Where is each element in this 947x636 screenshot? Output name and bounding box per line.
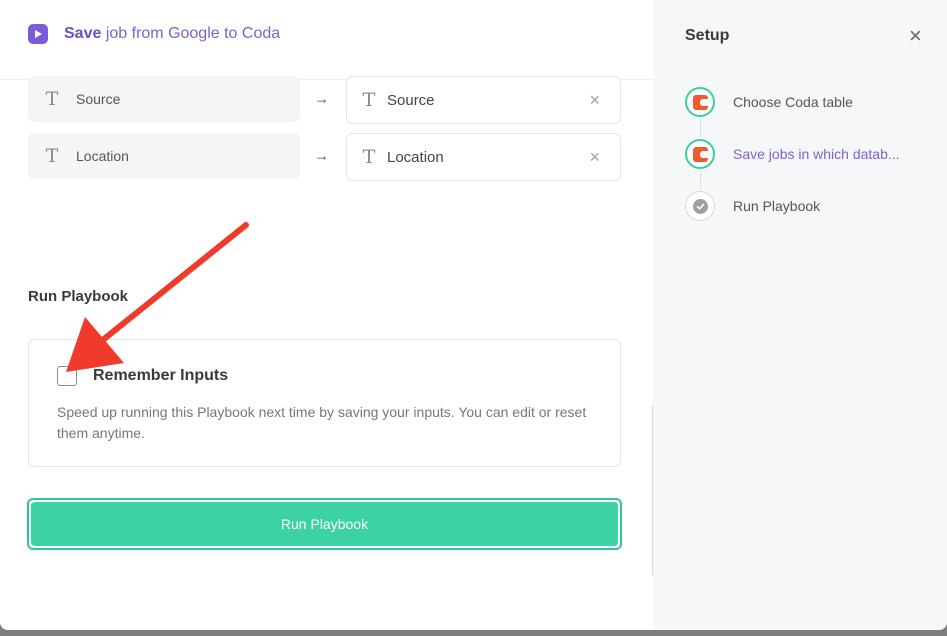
field-mapping-row: T Location → T Location ×: [28, 133, 621, 181]
step-status-active: [685, 139, 715, 169]
page-header: Save job from Google to Coda: [28, 24, 280, 44]
remember-inputs-checkbox[interactable]: [57, 366, 77, 386]
arrow-right-icon: →: [314, 147, 329, 165]
header-title-strong: Save: [64, 25, 102, 42]
text-type-icon: T: [45, 88, 59, 110]
coda-icon: [692, 94, 708, 110]
sidebar-title: Setup: [685, 27, 730, 44]
step-label: Save jobs in which datab...: [733, 146, 900, 162]
step-status-pending: [685, 191, 715, 221]
text-type-icon: T: [362, 89, 376, 111]
play-icon: [28, 24, 48, 44]
step-run-playbook[interactable]: Run Playbook: [685, 189, 820, 223]
text-type-icon: T: [45, 145, 59, 167]
source-field: T Source: [28, 76, 300, 122]
step-choose-coda-table[interactable]: Choose Coda table: [685, 85, 853, 119]
setup-sidebar: Setup × Choose Coda table Save jobs in w…: [653, 0, 947, 630]
header-title-rest: job from Google to Coda: [101, 25, 281, 42]
target-field[interactable]: T Location ×: [346, 133, 621, 181]
step-save-jobs[interactable]: Save jobs in which datab...: [685, 137, 900, 171]
step-label: Run Playbook: [733, 198, 821, 214]
target-field[interactable]: T Source ×: [346, 76, 621, 124]
source-field: T Location: [28, 133, 300, 179]
text-type-icon: T: [362, 146, 376, 168]
close-icon[interactable]: ×: [909, 23, 922, 49]
arrow-right-icon: →: [314, 90, 329, 108]
clear-icon[interactable]: ×: [589, 90, 600, 111]
step-status-done: [685, 87, 715, 117]
target-field-label: Source: [387, 91, 435, 109]
source-field-label: Source: [76, 91, 121, 107]
step-label: Choose Coda table: [733, 94, 853, 110]
step-connector: [700, 171, 701, 189]
field-mapping-row: T Source → T Source ×: [28, 76, 621, 124]
playbook-window: Save job from Google to Coda T Source → …: [0, 0, 947, 630]
main-panel: Save job from Google to Coda T Source → …: [0, 0, 653, 630]
remember-inputs-description: Speed up running this Playbook next time…: [57, 404, 587, 441]
run-playbook-button-label: Run Playbook: [31, 502, 618, 546]
clear-icon[interactable]: ×: [589, 147, 600, 168]
run-playbook-button[interactable]: Run Playbook: [27, 498, 622, 550]
remember-inputs-label[interactable]: Remember Inputs: [93, 367, 228, 385]
source-field-label: Location: [76, 148, 129, 164]
check-icon: [692, 198, 708, 214]
target-field-label: Location: [387, 148, 444, 166]
coda-icon: [692, 146, 708, 162]
step-connector: [700, 119, 701, 137]
remember-inputs-card: Remember Inputs Speed up running this Pl…: [28, 339, 621, 467]
run-playbook-heading: Run Playbook: [28, 288, 129, 305]
